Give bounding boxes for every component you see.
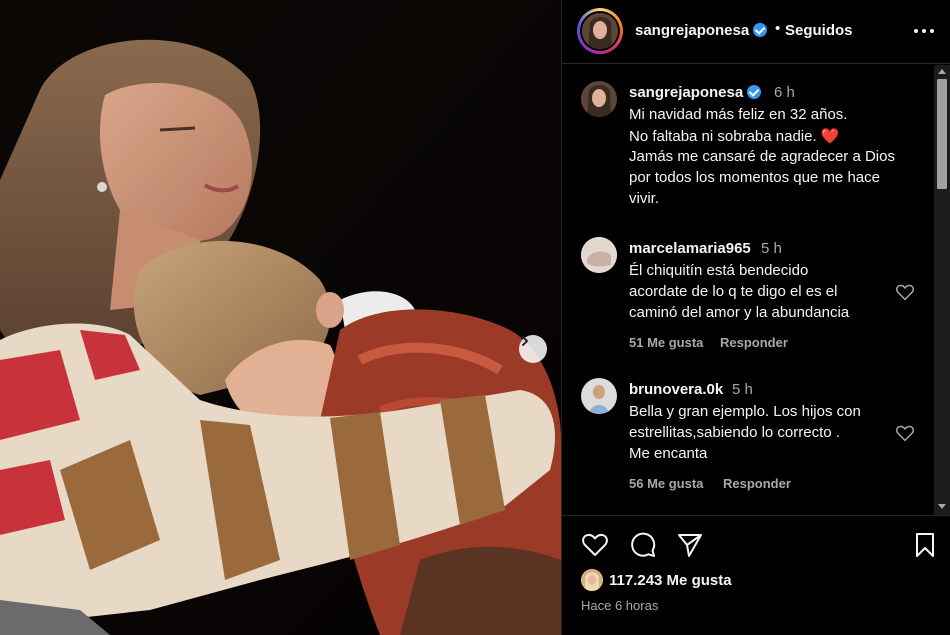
chevron-right-icon <box>522 336 529 346</box>
caption-time: 6 h <box>774 84 795 101</box>
comment-time: 5 h <box>732 381 753 398</box>
comment-username[interactable]: marcelamaria965 <box>629 240 751 257</box>
comment-line: Me encanta <box>629 445 708 462</box>
heart-icon[interactable] <box>581 531 609 559</box>
comment-line: estrellitas,sabiendo lo correcto . <box>629 424 840 441</box>
header-username[interactable]: sangrejaponesa <box>635 22 768 39</box>
scroll-down-icon[interactable] <box>938 504 946 509</box>
likes-count[interactable]: 117.243 Me gusta <box>609 572 732 589</box>
post-panel: sangrejaponesa • Seguidos sangrejaponesa… <box>561 0 950 635</box>
comments-scrollbar[interactable] <box>934 65 950 515</box>
comment-line: Él chiquitín está bendecido <box>629 262 809 279</box>
comment-line: Bella y gran ejemplo. Los hijos con <box>629 403 861 420</box>
caption-line: Mi navidad más feliz en 32 años. <box>629 106 848 123</box>
comment-like-heart-icon[interactable] <box>895 283 915 301</box>
post-header: sangrejaponesa • Seguidos <box>562 0 950 64</box>
next-photo-button[interactable] <box>519 335 547 363</box>
avatar <box>582 13 618 49</box>
comment-time: 5 h <box>761 240 782 257</box>
comments-list: sangrejaponesa 6 h Mi navidad más feliz … <box>562 65 950 515</box>
more-icon[interactable] <box>914 22 936 40</box>
reply-button[interactable]: Responder <box>723 476 791 491</box>
comment-username[interactable]: brunovera.0k <box>629 381 723 398</box>
bookmark-icon[interactable] <box>911 531 939 559</box>
following-button[interactable]: Seguidos <box>785 22 853 39</box>
scrollbar-thumb[interactable] <box>937 79 947 189</box>
photo-illustration <box>0 0 561 635</box>
verified-badge-icon <box>747 85 762 99</box>
comment-likes[interactable]: 56 Me gusta <box>629 476 703 491</box>
comment-avatar[interactable] <box>581 378 617 414</box>
caption-avatar[interactable] <box>581 81 617 117</box>
story-ring-avatar[interactable] <box>577 8 623 54</box>
caption-line: por todos los momentos que me hace <box>629 169 880 186</box>
post-time-ago: Hace 6 horas <box>581 598 659 613</box>
reply-button[interactable]: Responder <box>720 335 788 350</box>
verified-badge-icon <box>753 23 768 37</box>
comment-line: acordate de lo q te digo el es el <box>629 283 838 300</box>
caption-line: No faltaba ni sobraba nadie. ❤️ <box>629 128 840 145</box>
liker-avatar[interactable] <box>581 569 603 591</box>
comment-icon[interactable] <box>629 531 657 559</box>
scroll-up-icon[interactable] <box>938 69 946 74</box>
caption-username[interactable]: sangrejaponesa <box>629 84 762 101</box>
post-actions: 117.243 Me gusta Hace 6 horas <box>562 515 950 635</box>
comment-avatar[interactable] <box>581 237 617 273</box>
comment-like-heart-icon[interactable] <box>895 424 915 442</box>
separator-dot: • <box>775 20 781 37</box>
post-photo[interactable] <box>0 0 561 635</box>
heart-emoji: ❤️ <box>820 128 840 145</box>
share-icon[interactable] <box>676 531 704 559</box>
caption-line: vivir. <box>629 190 659 207</box>
caption-line: Jamás me cansaré de agradecer a Dios <box>629 148 895 165</box>
comment-likes[interactable]: 51 Me gusta <box>629 335 703 350</box>
comment-line: caminó del amor y la abundancia <box>629 304 850 321</box>
